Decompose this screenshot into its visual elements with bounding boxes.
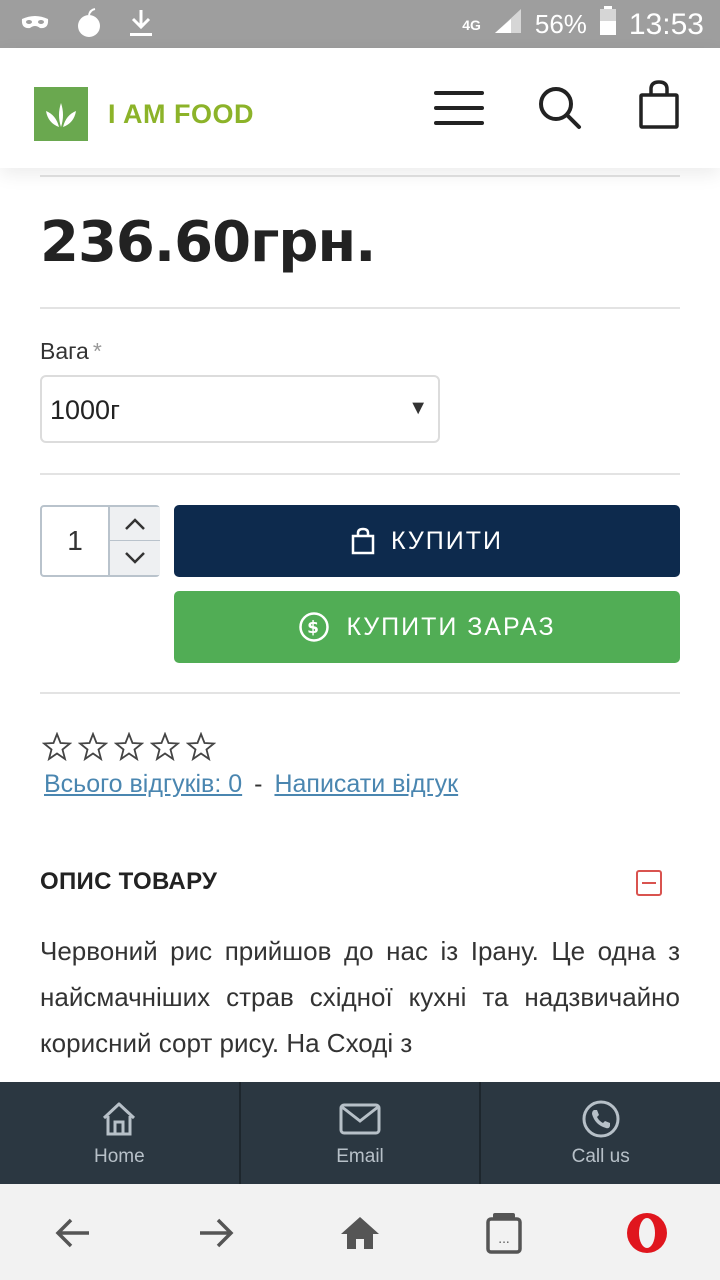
leaf-icon	[34, 87, 88, 141]
arrow-left-icon	[55, 1218, 89, 1248]
search-icon	[539, 87, 581, 129]
contact-home-label: Home	[93, 1146, 145, 1167]
contact-home[interactable]: Home	[0, 1082, 239, 1184]
hamburger-icon	[434, 91, 484, 125]
phone-icon	[581, 1098, 621, 1140]
collapse-description-button[interactable]	[636, 870, 662, 896]
shopping-bag-icon	[351, 527, 375, 555]
weight-selected-value: 1000г	[50, 395, 120, 425]
signal-icon	[493, 7, 523, 42]
tabs-button[interactable]: ...	[481, 1210, 527, 1256]
svg-text:...: ...	[498, 1232, 509, 1246]
home-icon	[100, 1098, 138, 1140]
fruit-icon	[76, 8, 102, 43]
logo-text: I AM FOOD	[108, 98, 254, 129]
svg-text:$: $	[308, 618, 322, 638]
home-icon	[341, 1217, 379, 1249]
browser-home-button[interactable]	[337, 1210, 383, 1256]
back-button[interactable]	[50, 1210, 96, 1256]
rating-stars	[42, 732, 216, 762]
buy-now-button[interactable]: $ КУПИТИ ЗАРАЗ	[174, 591, 680, 663]
network-type: 4G	[462, 16, 481, 33]
weight-label: Вага *	[40, 338, 102, 365]
star-empty-icon	[150, 732, 180, 762]
write-review-link[interactable]: Написати відгук	[274, 770, 458, 799]
buy-button[interactable]: КУПИТИ	[174, 505, 680, 577]
menu-button[interactable]	[432, 88, 488, 128]
browser-nav-bar: ...	[0, 1184, 720, 1280]
contact-call[interactable]: Call us	[479, 1082, 720, 1184]
shopping-bag-icon	[639, 80, 679, 129]
site-logo[interactable]: I AM FOOD	[34, 87, 254, 141]
description-title: ОПИС ТОВАРУ	[40, 868, 218, 895]
star-empty-icon	[186, 732, 216, 762]
reviews-links: Всього відгуків: 0 - Написати відгук	[44, 770, 458, 799]
clock: 13:53	[628, 7, 704, 41]
site-header: I AM FOOD	[0, 48, 720, 168]
reviews-count-link[interactable]: Всього відгуків: 0	[44, 770, 242, 799]
contact-email-label: Email	[336, 1146, 384, 1167]
quantity-stepper: 1	[40, 505, 160, 577]
cart-button[interactable]	[638, 80, 680, 130]
buy-now-button-label: КУПИТИ ЗАРАЗ	[346, 612, 556, 641]
email-icon	[339, 1098, 381, 1140]
contact-email[interactable]: Email	[238, 1082, 480, 1184]
mask-icon	[20, 13, 50, 38]
forward-button[interactable]	[193, 1210, 239, 1256]
weight-select[interactable]: 1000г ▼	[40, 375, 440, 443]
chevron-up-icon	[125, 517, 145, 530]
weight-label-text: Вага	[40, 338, 89, 364]
description-text: Червоний рис прийшов до нас із Ірану. Це…	[40, 936, 680, 1058]
buy-button-label: КУПИТИ	[391, 526, 503, 555]
divider	[40, 692, 680, 694]
status-bar: 4G 56% 13:53	[0, 0, 720, 48]
star-empty-icon	[114, 732, 144, 762]
quantity-decrease-button[interactable]	[108, 541, 160, 575]
star-empty-icon	[42, 732, 72, 762]
required-mark: *	[92, 338, 102, 364]
reviews-separator: -	[254, 770, 263, 798]
minus-icon	[642, 882, 656, 884]
dollar-coin-icon: $	[298, 611, 330, 643]
chevron-down-icon	[125, 552, 145, 564]
quantity-input[interactable]: 1	[42, 507, 108, 575]
arrow-right-icon	[200, 1218, 234, 1248]
contact-call-label: Call us	[571, 1146, 630, 1167]
battery-percent: 56%	[534, 9, 587, 39]
download-icon	[128, 8, 154, 43]
star-empty-icon	[78, 732, 108, 762]
divider	[40, 473, 680, 475]
opera-logo-icon	[627, 1213, 667, 1253]
dropdown-arrow-icon: ▼	[408, 397, 428, 419]
divider	[40, 307, 680, 309]
battery-icon	[599, 6, 617, 43]
quantity-increase-button[interactable]	[108, 507, 160, 541]
tabs-icon: ...	[486, 1213, 522, 1254]
search-button[interactable]	[536, 84, 584, 132]
contact-bar: Home Email Call us	[0, 1082, 720, 1184]
opera-menu-button[interactable]	[624, 1210, 670, 1256]
divider	[40, 175, 680, 177]
product-price: 236.60грн.	[40, 210, 376, 275]
